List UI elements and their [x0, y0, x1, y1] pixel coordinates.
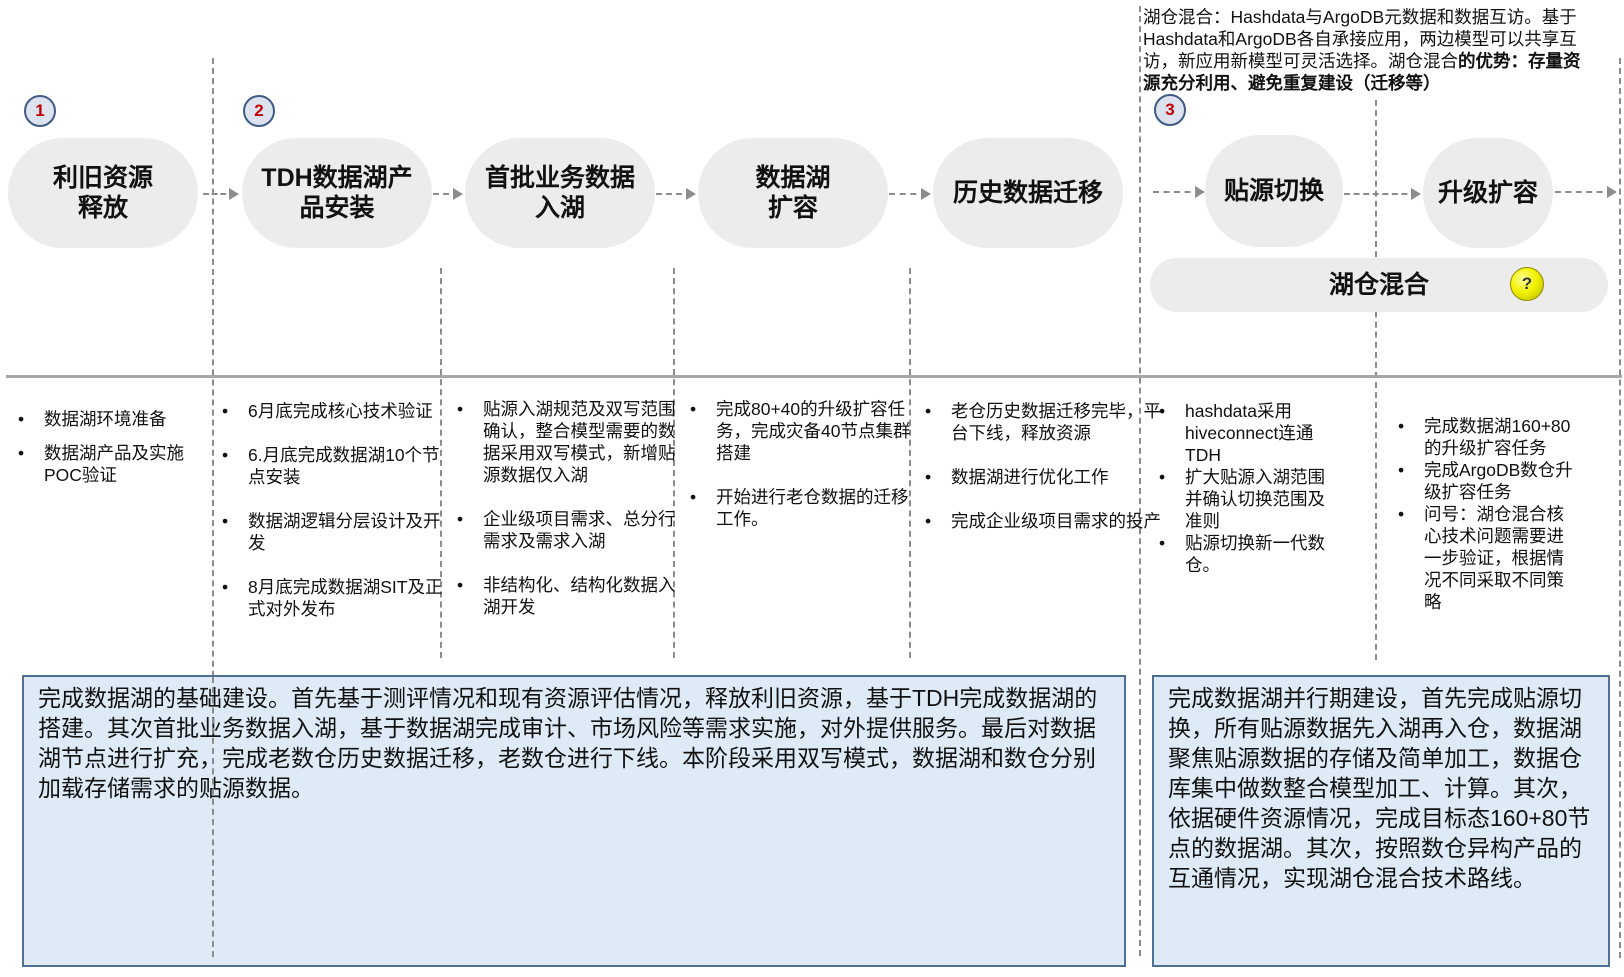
list-item: 老仓历史数据迁移完毕，平台下线，释放资源 — [925, 400, 1161, 444]
step-label: 贴源切换 — [1223, 177, 1324, 205]
list-item: 企业级项目需求、总分行需求及需求入湖 — [457, 508, 683, 552]
list-item: 贴源入湖规范及双写范围确认，整合模型需要的数据采用双写模式，新增贴源数据仅入湖 — [457, 398, 683, 486]
task-list-1: 数据湖环境准备 数据湖产品及实施POC验证 — [16, 408, 214, 486]
task-list-2: 6月底完成核心技术验证 6.月底完成数据湖10个节点安装 数据湖逻辑分层设计及开… — [220, 400, 448, 620]
hybrid-note: 湖仓混合：Hashdata与ArgoDB元数据和数据互访。基于Hashdata和… — [1143, 6, 1597, 94]
list-item: 数据湖产品及实施POC验证 — [18, 442, 214, 486]
list-item: 数据湖环境准备 — [18, 408, 214, 430]
step-source-switch: 贴源切换 — [1205, 135, 1343, 247]
list-item: 扩大贴源入湖范围并确认切换范围及准则 — [1159, 466, 1325, 532]
step-label: 历史数据迁移 — [952, 179, 1103, 207]
list-item: 完成80+40的升级扩容任务，完成灾备40节点集群搭建 — [690, 398, 916, 464]
step-release-legacy: 利旧资源 释放 — [8, 138, 198, 248]
arrow-7 — [1555, 186, 1617, 198]
question-mark-icon: ? — [1510, 267, 1544, 301]
list-item: 8月底完成数据湖SIT及正式对外发布 — [222, 576, 448, 620]
list-item: 数据湖进行优化工作 — [925, 466, 1161, 488]
list-item: 非结构化、结构化数据入湖开发 — [457, 574, 683, 618]
step-label: 升级扩容 — [1437, 179, 1538, 207]
step-label: 利旧资源 释放 — [52, 164, 153, 222]
list-item: 数据湖逻辑分层设计及开发 — [222, 510, 448, 554]
phase-3-badge: 3 — [1154, 94, 1186, 126]
step-lake-expand: 数据湖 扩容 — [698, 138, 888, 248]
arrow-1 — [203, 188, 239, 200]
arrow-6 — [1344, 188, 1421, 200]
step-label: 首批业务数据 入湖 — [484, 164, 635, 222]
step-first-ingest: 首批业务数据 入湖 — [465, 138, 655, 248]
list-item: 完成企业级项目需求的投产 — [925, 510, 1161, 532]
list-item: hashdata采用hiveconnect连通TDH — [1159, 400, 1325, 466]
task-list-7: 完成数据湖160+80的升级扩容任务 完成ArgoDB数仓升级扩容任务 问号：湖… — [1396, 415, 1574, 613]
step-label: TDH数据湖产 品安装 — [261, 164, 413, 222]
phase-2-summary: 完成数据湖并行期建设，首先完成贴源切换，所有贴源数据先入湖再入仓，数据湖聚焦贴源… — [1152, 675, 1610, 967]
divider-7 — [1619, 58, 1621, 958]
task-list-6: hashdata采用hiveconnect连通TDH 扩大贴源入湖范围并确认切换… — [1157, 400, 1325, 576]
divider-6 — [1375, 100, 1377, 660]
list-item: 完成数据湖160+80的升级扩容任务 — [1398, 415, 1574, 459]
step-tdh-install: TDH数据湖产 品安装 — [242, 138, 432, 248]
list-item: 开始进行老仓数据的迁移工作。 — [690, 486, 916, 530]
phase-2-badge: 2 — [243, 95, 275, 127]
task-list-5: 老仓历史数据迁移完毕，平台下线，释放资源 数据湖进行优化工作 完成企业级项目需求… — [923, 400, 1161, 532]
timeline-separator — [6, 375, 1622, 378]
list-item: 6月底完成核心技术验证 — [222, 400, 448, 422]
list-item: 完成ArgoDB数仓升级扩容任务 — [1398, 459, 1574, 503]
step-history-migration: 历史数据迁移 — [933, 138, 1123, 248]
list-item: 贴源切换新一代数仓。 — [1159, 532, 1325, 576]
phase-1-summary: 完成数据湖的基础建设。首先基于测评情况和现有资源评估情况，释放利旧资源，基于TD… — [22, 675, 1126, 967]
task-list-4: 完成80+40的升级扩容任务，完成灾备40节点集群搭建 开始进行老仓数据的迁移工… — [688, 398, 916, 530]
step-label: 湖仓混合 — [1328, 271, 1429, 299]
arrow-4 — [889, 188, 931, 200]
list-item: 6.月底完成数据湖10个节点安装 — [222, 444, 448, 488]
step-label: 数据湖 扩容 — [755, 164, 831, 222]
task-list-3: 贴源入湖规范及双写范围确认，整合模型需要的数据采用双写模式，新增贴源数据仅入湖 … — [455, 398, 683, 618]
arrow-3 — [656, 188, 696, 200]
arrow-2 — [433, 188, 463, 200]
arrow-5 — [1153, 186, 1205, 198]
step-upgrade-expand: 升级扩容 — [1423, 138, 1553, 248]
divider-1-overlay — [212, 677, 214, 957]
phase-1-badge: 1 — [24, 95, 56, 127]
list-item: 问号：湖仓混合核心技术问题需要进一步验证，根据情况不同采取不同策略 — [1398, 503, 1574, 613]
